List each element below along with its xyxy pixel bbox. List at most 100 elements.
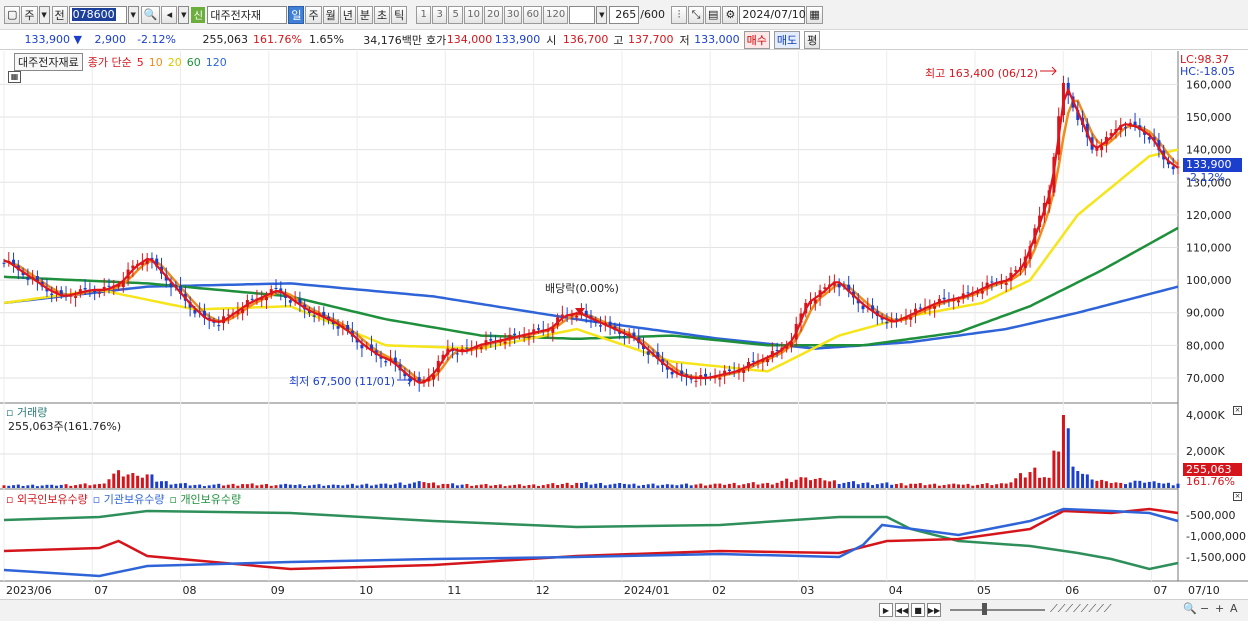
legend-ma5: 5	[136, 55, 144, 69]
legend-stock-name[interactable]: 대주전자재료	[14, 53, 83, 71]
interval-20[interactable]: 20	[483, 5, 503, 24]
tab-month[interactable]: 월	[322, 5, 339, 24]
volume-bar	[465, 483, 469, 488]
rewind-icon[interactable]: ◀◀	[895, 603, 909, 617]
volume-bar	[64, 484, 68, 488]
tab-year[interactable]: 년	[339, 5, 356, 24]
eval-button[interactable]: 평	[804, 30, 821, 49]
volume-bar	[288, 484, 292, 488]
speaker-dropdown-icon[interactable]: ▼	[178, 5, 190, 24]
candle-body	[704, 373, 708, 377]
volume-bar	[179, 483, 183, 488]
bottom-toolbar: ▶ ◀◀ ■ ▶▶ ⟋⟋⟋⟋⟋⟋⟋⟋ 🔍 − + A	[0, 599, 1248, 621]
code-dropdown-icon[interactable]: ▼	[127, 5, 139, 24]
volume-bar	[169, 484, 173, 488]
stock-chart[interactable]: 70,000 80,000 90,000 100,000 110,000 120,000 1…	[0, 51, 1248, 599]
volume-bar	[374, 484, 378, 488]
volume-bar	[656, 485, 660, 488]
price-legend: 대주전자재료 종가 단순 5 10 20 60 120	[14, 53, 227, 71]
sell-button[interactable]: 매도	[773, 30, 801, 49]
prev-button[interactable]: 전	[51, 5, 68, 24]
interval-60[interactable]: 60	[523, 5, 543, 24]
candle-body	[250, 298, 254, 300]
stop-icon[interactable]: ■	[911, 603, 925, 617]
candle-body	[575, 315, 579, 318]
volume-bar	[207, 485, 211, 488]
volume-bar	[565, 482, 569, 488]
volume-bar	[1157, 482, 1161, 488]
interval-10[interactable]: 10	[464, 5, 483, 24]
volume-bar	[1085, 474, 1089, 488]
buy-button[interactable]: 매수	[743, 30, 770, 49]
grid-toggle-icon[interactable]: ▦	[8, 71, 21, 83]
volume-bar	[999, 483, 1003, 488]
close-pane-icon[interactable]: ×	[1233, 406, 1242, 415]
bid-price: 133,900	[494, 33, 541, 46]
volume-bar	[188, 485, 192, 488]
low-label: 저	[679, 33, 690, 47]
close-pane-icon[interactable]: ×	[1233, 492, 1242, 501]
interval-120[interactable]: 120	[543, 5, 569, 24]
scroll-right-icon[interactable]: ▶	[879, 603, 893, 617]
zoom-slider-handle[interactable]	[982, 603, 987, 615]
volume-bar	[50, 484, 54, 488]
volume-bar	[904, 485, 908, 488]
font-icon[interactable]: A	[1230, 602, 1238, 615]
volume-bar	[74, 485, 78, 488]
stock-code-input[interactable]: 078600	[68, 5, 127, 24]
minus-icon[interactable]: −	[1200, 602, 1209, 615]
volume-bar	[183, 483, 187, 488]
candle-body	[312, 315, 316, 317]
volume-bar	[93, 484, 97, 488]
interval-5[interactable]: 5	[448, 5, 464, 24]
zoom-slider[interactable]	[950, 609, 1045, 611]
chart-menu-icon[interactable]: ▢	[4, 5, 21, 24]
volume-bar	[1152, 481, 1156, 488]
count-input[interactable]: 265	[609, 5, 640, 24]
volume-bar	[241, 484, 245, 488]
high-price: 137,700	[628, 33, 674, 46]
candle-icon[interactable]: ⫶	[670, 5, 687, 24]
candle-body	[560, 314, 564, 317]
tab-minute[interactable]: 분	[356, 5, 373, 24]
volume-bar	[708, 484, 712, 488]
drawing-tools-icon[interactable]: ⟋⟋⟋⟋⟋⟋⟋⟋	[1050, 602, 1112, 616]
volume-bar	[1138, 480, 1142, 488]
interval-custom-input[interactable]	[569, 5, 596, 24]
calendar-icon[interactable]: ▦	[806, 5, 823, 24]
candle-body	[956, 300, 960, 303]
save-icon[interactable]: ▤	[704, 5, 722, 24]
date-input[interactable]: 2024/07/10	[739, 5, 806, 24]
volume-bar	[804, 477, 808, 488]
volume-bar	[933, 483, 937, 488]
gear-icon[interactable]: ⚙	[722, 5, 739, 24]
volume-bar	[245, 484, 249, 488]
period-type-select[interactable]: 주	[21, 5, 38, 24]
candle-body	[775, 349, 779, 351]
volume-bar	[694, 484, 698, 488]
tab-tick[interactable]: 틱	[391, 5, 408, 24]
candle-body	[537, 328, 541, 330]
price-change-pct: -2.12%	[137, 33, 176, 46]
stock-name-field[interactable]: 대주전자재	[207, 5, 288, 24]
plus-icon[interactable]: +	[1215, 602, 1224, 615]
interval-30[interactable]: 30	[503, 5, 523, 24]
tab-second[interactable]: 초	[373, 5, 391, 24]
volume-bar	[145, 474, 149, 488]
line-chart-icon[interactable]: ⤡	[687, 5, 704, 24]
interval-dropdown-icon[interactable]: ▼	[596, 5, 608, 24]
candle-body	[489, 339, 493, 341]
volume-bar	[651, 483, 655, 488]
volume-bar	[775, 482, 779, 488]
fast-forward-icon[interactable]: ▶▶	[927, 603, 941, 617]
tab-week[interactable]: 주	[305, 5, 322, 24]
interval-3[interactable]: 3	[432, 5, 448, 24]
search-icon[interactable]: 🔍	[140, 5, 161, 24]
volume-bar	[885, 482, 889, 488]
volume-bar	[1095, 480, 1099, 488]
interval-1[interactable]: 1	[416, 5, 432, 24]
speaker-icon[interactable]: ◂	[161, 5, 178, 24]
chevron-down-icon[interactable]: ▼	[38, 5, 50, 24]
zoom-icon[interactable]: 🔍	[1183, 602, 1197, 615]
tab-day[interactable]: 일	[288, 5, 305, 24]
